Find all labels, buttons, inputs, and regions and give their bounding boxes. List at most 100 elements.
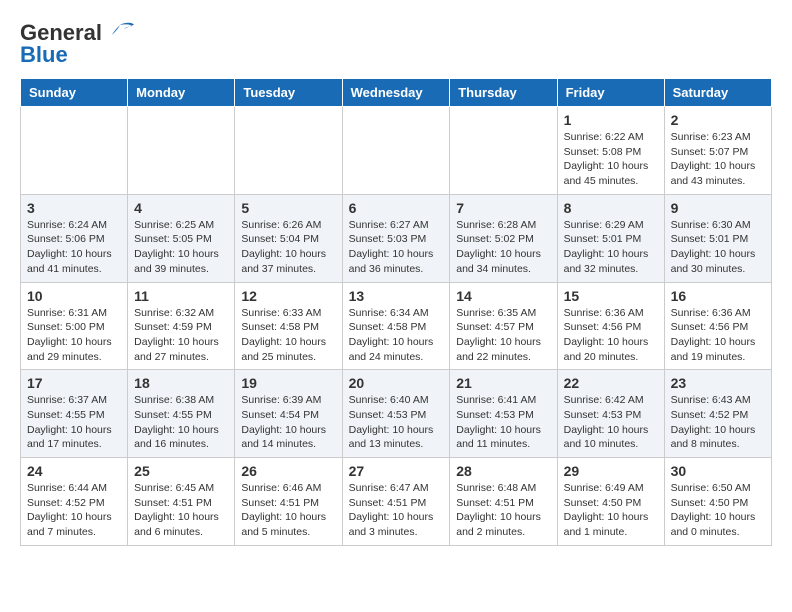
day-number: 5 [241,200,335,216]
day-number: 3 [27,200,121,216]
day-info: Sunrise: 6:45 AM Sunset: 4:51 PM Dayligh… [134,481,228,540]
calendar-cell: 25 Sunrise: 6:45 AM Sunset: 4:51 PM Dayli… [128,458,235,546]
day-info: Sunrise: 6:30 AM Sunset: 5:01 PM Dayligh… [671,218,765,277]
day-number: 2 [671,112,765,128]
weekday-header-sunday: Sunday [21,79,128,107]
calendar-cell: 15Sunrise: 6:36 AM Sunset: 4:56 PM Dayli… [557,282,664,370]
calendar-cell: 7Sunrise: 6:28 AM Sunset: 5:02 PM Daylig… [450,194,557,282]
calendar-cell: 18 Sunrise: 6:38 AM Sunset: 4:55 PM Dayli… [128,370,235,458]
calendar-cell: 21 Sunrise: 6:41 AM Sunset: 4:53 PM Dayli… [450,370,557,458]
calendar-cell: 3 Sunrise: 6:24 AM Sunset: 5:06 PM Daylig… [21,194,128,282]
calendar-cell: 23 Sunrise: 6:43 AM Sunset: 4:52 PM Dayli… [664,370,771,458]
page-header: General Blue [20,20,772,68]
day-number: 23 [671,375,765,391]
calendar-cell: 24 Sunrise: 6:44 AM Sunset: 4:52 PM Dayli… [21,458,128,546]
calendar-cell [342,107,450,195]
day-number: 7 [456,200,550,216]
calendar-cell: 20 Sunrise: 6:40 AM Sunset: 4:53 PM Dayli… [342,370,450,458]
day-number: 22 [564,375,658,391]
calendar-cell [21,107,128,195]
day-info: Sunrise: 6:43 AM Sunset: 4:52 PM Dayligh… [671,393,765,452]
day-info: Sunrise: 6:32 AM Sunset: 4:59 PM Dayligh… [134,306,228,365]
day-number: 14 [456,288,550,304]
day-number: 30 [671,463,765,479]
calendar-cell: 13 Sunrise: 6:34 AM Sunset: 4:58 PM Dayli… [342,282,450,370]
day-info: Sunrise: 6:42 AM Sunset: 4:53 PM Dayligh… [564,393,658,452]
calendar-cell: 10 Sunrise: 6:31 AM Sunset: 5:00 PM Dayli… [21,282,128,370]
day-number: 18 [134,375,228,391]
day-number: 21 [456,375,550,391]
calendar-cell: 9Sunrise: 6:30 AM Sunset: 5:01 PM Daylig… [664,194,771,282]
day-info: Sunrise: 6:34 AM Sunset: 4:58 PM Dayligh… [349,306,444,365]
calendar-cell: 19 Sunrise: 6:39 AM Sunset: 4:54 PM Dayli… [235,370,342,458]
day-number: 24 [27,463,121,479]
day-info: Sunrise: 6:40 AM Sunset: 4:53 PM Dayligh… [349,393,444,452]
calendar-cell [235,107,342,195]
day-number: 11 [134,288,228,304]
calendar-cell: 30 Sunrise: 6:50 AM Sunset: 4:50 PM Dayli… [664,458,771,546]
day-number: 26 [241,463,335,479]
day-number: 13 [349,288,444,304]
calendar-cell: 6Sunrise: 6:27 AM Sunset: 5:03 PM Daylig… [342,194,450,282]
calendar-week-row: 1Sunrise: 6:22 AM Sunset: 5:08 PM Daylig… [21,107,772,195]
day-number: 17 [27,375,121,391]
weekday-header-friday: Friday [557,79,664,107]
logo-bird-icon [104,21,136,45]
day-number: 4 [134,200,228,216]
day-number: 20 [349,375,444,391]
calendar-cell: 12 Sunrise: 6:33 AM Sunset: 4:58 PM Dayli… [235,282,342,370]
day-info: Sunrise: 6:33 AM Sunset: 4:58 PM Dayligh… [241,306,335,365]
calendar-cell: 29Sunrise: 6:49 AM Sunset: 4:50 PM Dayli… [557,458,664,546]
day-info: Sunrise: 6:36 AM Sunset: 4:56 PM Dayligh… [671,306,765,365]
day-number: 12 [241,288,335,304]
calendar-cell: 1Sunrise: 6:22 AM Sunset: 5:08 PM Daylig… [557,107,664,195]
day-info: Sunrise: 6:38 AM Sunset: 4:55 PM Dayligh… [134,393,228,452]
calendar-cell: 17 Sunrise: 6:37 AM Sunset: 4:55 PM Dayli… [21,370,128,458]
weekday-header-thursday: Thursday [450,79,557,107]
calendar-cell: 22 Sunrise: 6:42 AM Sunset: 4:53 PM Dayli… [557,370,664,458]
day-info: Sunrise: 6:50 AM Sunset: 4:50 PM Dayligh… [671,481,765,540]
logo-blue-text: Blue [20,42,68,68]
calendar-cell: 4 Sunrise: 6:25 AM Sunset: 5:05 PM Daylig… [128,194,235,282]
day-info: Sunrise: 6:49 AM Sunset: 4:50 PM Dayligh… [564,481,658,540]
calendar-cell: 16 Sunrise: 6:36 AM Sunset: 4:56 PM Dayli… [664,282,771,370]
calendar-cell [450,107,557,195]
weekday-header-monday: Monday [128,79,235,107]
calendar-week-row: 3 Sunrise: 6:24 AM Sunset: 5:06 PM Daylig… [21,194,772,282]
day-info: Sunrise: 6:25 AM Sunset: 5:05 PM Dayligh… [134,218,228,277]
day-info: Sunrise: 6:26 AM Sunset: 5:04 PM Dayligh… [241,218,335,277]
day-info: Sunrise: 6:22 AM Sunset: 5:08 PM Dayligh… [564,130,658,189]
day-info: Sunrise: 6:24 AM Sunset: 5:06 PM Dayligh… [27,218,121,277]
calendar-cell: 2 Sunrise: 6:23 AM Sunset: 5:07 PM Daylig… [664,107,771,195]
weekday-header-row: SundayMondayTuesdayWednesdayThursdayFrid… [21,79,772,107]
day-number: 10 [27,288,121,304]
calendar-cell: 5 Sunrise: 6:26 AM Sunset: 5:04 PM Daylig… [235,194,342,282]
day-info: Sunrise: 6:35 AM Sunset: 4:57 PM Dayligh… [456,306,550,365]
weekday-header-saturday: Saturday [664,79,771,107]
calendar-cell [128,107,235,195]
calendar-week-row: 17 Sunrise: 6:37 AM Sunset: 4:55 PM Dayli… [21,370,772,458]
calendar-week-row: 24 Sunrise: 6:44 AM Sunset: 4:52 PM Dayli… [21,458,772,546]
weekday-header-tuesday: Tuesday [235,79,342,107]
day-info: Sunrise: 6:29 AM Sunset: 5:01 PM Dayligh… [564,218,658,277]
calendar-table: SundayMondayTuesdayWednesdayThursdayFrid… [20,78,772,546]
day-info: Sunrise: 6:41 AM Sunset: 4:53 PM Dayligh… [456,393,550,452]
day-info: Sunrise: 6:39 AM Sunset: 4:54 PM Dayligh… [241,393,335,452]
day-info: Sunrise: 6:31 AM Sunset: 5:00 PM Dayligh… [27,306,121,365]
day-info: Sunrise: 6:47 AM Sunset: 4:51 PM Dayligh… [349,481,444,540]
day-info: Sunrise: 6:23 AM Sunset: 5:07 PM Dayligh… [671,130,765,189]
calendar-cell: 28Sunrise: 6:48 AM Sunset: 4:51 PM Dayli… [450,458,557,546]
calendar-cell: 26Sunrise: 6:46 AM Sunset: 4:51 PM Dayli… [235,458,342,546]
day-info: Sunrise: 6:48 AM Sunset: 4:51 PM Dayligh… [456,481,550,540]
day-info: Sunrise: 6:44 AM Sunset: 4:52 PM Dayligh… [27,481,121,540]
logo: General Blue [20,20,136,68]
day-info: Sunrise: 6:37 AM Sunset: 4:55 PM Dayligh… [27,393,121,452]
calendar-cell: 11 Sunrise: 6:32 AM Sunset: 4:59 PM Dayli… [128,282,235,370]
calendar-cell: 27Sunrise: 6:47 AM Sunset: 4:51 PM Dayli… [342,458,450,546]
day-number: 8 [564,200,658,216]
day-number: 16 [671,288,765,304]
calendar-cell: 8 Sunrise: 6:29 AM Sunset: 5:01 PM Daylig… [557,194,664,282]
calendar-cell: 14 Sunrise: 6:35 AM Sunset: 4:57 PM Dayli… [450,282,557,370]
day-number: 19 [241,375,335,391]
day-number: 25 [134,463,228,479]
